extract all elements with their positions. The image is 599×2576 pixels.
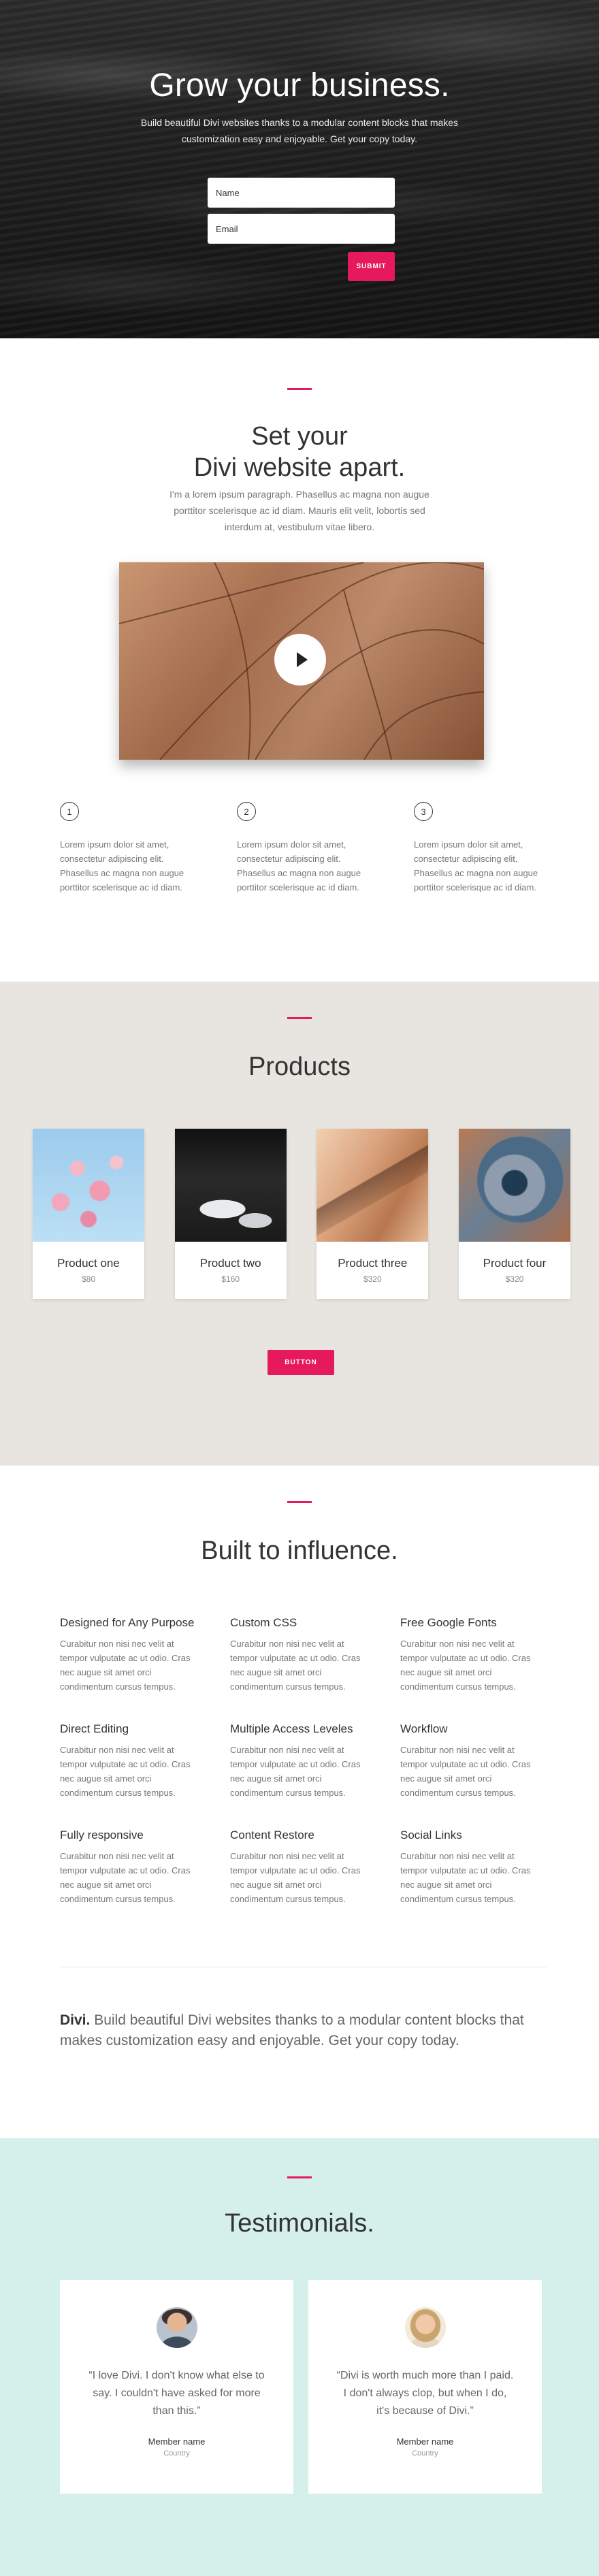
play-icon: [296, 652, 308, 667]
testimonial-quote: “Divi is worth much more than I paid. I …: [336, 2370, 514, 2417]
product-cards: Product one $80 Product two $160 Product…: [33, 1129, 570, 1299]
apart-lead: I'm a lorem ipsum paragraph. Phasellus a…: [169, 489, 430, 532]
feature-title: Designed for Any Purpose: [60, 1616, 195, 1629]
member-name: Member name: [148, 2436, 206, 2447]
product-image-dunes[interactable]: [317, 1129, 429, 1242]
testimonial-card: “I love Divi. I don't know what else to …: [60, 2280, 293, 2494]
feature-item: Multiple Access Leveles Curabitur non nis…: [230, 1722, 400, 1800]
apart-title-line2: Divi website apart.: [193, 453, 406, 482]
feature-item: Social Links Curabitur non nisi nec velit…: [400, 1829, 550, 1906]
apart-section: Set your Divi website apart. I'm a lorem…: [0, 0, 599, 892]
product-price: $320: [363, 1274, 382, 1284]
accent-divider: [287, 1501, 312, 1503]
feature-text: Curabitur non nisi nec velit at tempor v…: [400, 1639, 531, 1692]
testimonial-cards: “I love Divi. I don't know what else to …: [60, 2280, 542, 2494]
feature-item: Direct Editing Curabitur non nisi nec vel…: [60, 1722, 230, 1800]
brand-statement: Divi. Build beautiful Divi websites than…: [60, 2010, 536, 2051]
features-title: Built to influence.: [201, 1536, 398, 1565]
step-text: Lorem ipsum dolor sit amet, consectetur …: [237, 839, 361, 892]
apart-title-line1: Set your: [251, 422, 348, 451]
product-image-sneakers[interactable]: [174, 1129, 287, 1242]
product-image-blossom[interactable]: [33, 1129, 144, 1242]
member-country: Country: [163, 2449, 190, 2458]
feature-title: Free Google Fonts: [400, 1616, 497, 1629]
step-number: 1: [60, 802, 79, 821]
step-item: 2 Lorem ipsum dolor sit amet, consectetu…: [237, 802, 373, 895]
brand-name: Divi.: [60, 2012, 91, 2028]
accent-divider: [287, 388, 312, 390]
feature-title: Workflow: [400, 1722, 448, 1735]
product-price: $80: [81, 1274, 96, 1284]
product-card[interactable]: Product two $160: [174, 1129, 287, 1299]
product-price: $160: [221, 1274, 240, 1284]
feature-title: Social Links: [400, 1829, 462, 1841]
accent-divider: [287, 1017, 312, 1019]
feature-item: Workflow Curabitur non nisi nec velit at …: [400, 1722, 550, 1800]
testimonials-title: Testimonials.: [225, 2209, 374, 2238]
product-name[interactable]: Product one: [33, 1257, 144, 1270]
feature-text: Curabitur non nisi nec velit at tempor v…: [60, 1851, 191, 1904]
feature-text: Curabitur non nisi nec velit at tempor v…: [230, 1639, 361, 1692]
features-section: Built to influence. Designed for Any Pur…: [0, 1466, 599, 2138]
video-player[interactable]: [119, 562, 484, 760]
accent-divider: [287, 2176, 312, 2178]
products-button[interactable]: BUTTON: [268, 1350, 334, 1375]
steps-row: 1 Lorem ipsum dolor sit amet, consectetu…: [60, 802, 550, 895]
feature-text: Curabitur non nisi nec velit at tempor v…: [60, 1745, 191, 1798]
feature-item: Custom CSS Curabitur non nisi nec velit a…: [230, 1616, 400, 1694]
avatar: [156, 2307, 197, 2348]
feature-text: Curabitur non nisi nec velit at tempor v…: [230, 1745, 361, 1798]
product-card[interactable]: Product one $80: [33, 1129, 144, 1299]
feature-title: Fully responsive: [60, 1829, 144, 1841]
products-title: Products: [248, 1052, 351, 1081]
step-text: Lorem ipsum dolor sit amet, consectetur …: [60, 839, 184, 892]
feature-title: Content Restore: [230, 1829, 314, 1841]
product-card[interactable]: Product four $320: [458, 1129, 570, 1299]
testimonial-card: “Divi is worth much more than I paid. I …: [308, 2280, 542, 2494]
product-name[interactable]: Product three: [317, 1257, 428, 1270]
feature-item: Content Restore Curabitur non nisi nec ve…: [230, 1829, 400, 1906]
member-country: Country: [412, 2449, 438, 2458]
testimonial-quote: “I love Divi. I don't know what else to …: [88, 2370, 265, 2417]
product-image-swirl[interactable]: [458, 1129, 570, 1242]
feature-title: Multiple Access Leveles: [230, 1722, 353, 1735]
feature-text: Curabitur non nisi nec velit at tempor v…: [400, 1745, 531, 1798]
step-text: Lorem ipsum dolor sit amet, consectetur …: [414, 839, 538, 892]
play-button[interactable]: [274, 634, 326, 686]
features-grid: Designed for Any Purpose Curabitur non ni…: [60, 1616, 550, 1906]
feature-item: Free Google Fonts Curabitur non nisi nec …: [400, 1616, 550, 1694]
product-name[interactable]: Product four: [459, 1257, 570, 1270]
member-name: Member name: [396, 2436, 454, 2447]
step-number: 2: [237, 802, 256, 821]
step-item: 3 Lorem ipsum dolor sit amet, consectetu…: [414, 802, 550, 895]
feature-item: Designed for Any Purpose Curabitur non ni…: [60, 1616, 230, 1694]
feature-text: Curabitur non nisi nec velit at tempor v…: [60, 1639, 191, 1692]
products-section: Products Product one $80 Product two $16…: [0, 982, 599, 1466]
product-card[interactable]: Product three $320: [317, 1129, 429, 1299]
brand-text: Build beautiful Divi websites thanks to …: [60, 2012, 524, 2048]
feature-text: Curabitur non nisi nec velit at tempor v…: [400, 1851, 531, 1904]
apart-title: Set your Divi website apart.: [0, 421, 599, 483]
feature-title: Custom CSS: [230, 1616, 297, 1629]
testimonials-section: Testimonials. “I love Divi. I don't know…: [0, 2138, 599, 2576]
feature-title: Direct Editing: [60, 1722, 129, 1735]
avatar: [404, 2307, 446, 2348]
step-number: 3: [414, 802, 433, 821]
step-item: 1 Lorem ipsum dolor sit amet, consectetu…: [60, 802, 196, 895]
product-price: $320: [505, 1274, 524, 1284]
product-name[interactable]: Product two: [175, 1257, 287, 1270]
feature-text: Curabitur non nisi nec velit at tempor v…: [230, 1851, 361, 1904]
feature-item: Fully responsive Curabitur non nisi nec v…: [60, 1829, 230, 1906]
